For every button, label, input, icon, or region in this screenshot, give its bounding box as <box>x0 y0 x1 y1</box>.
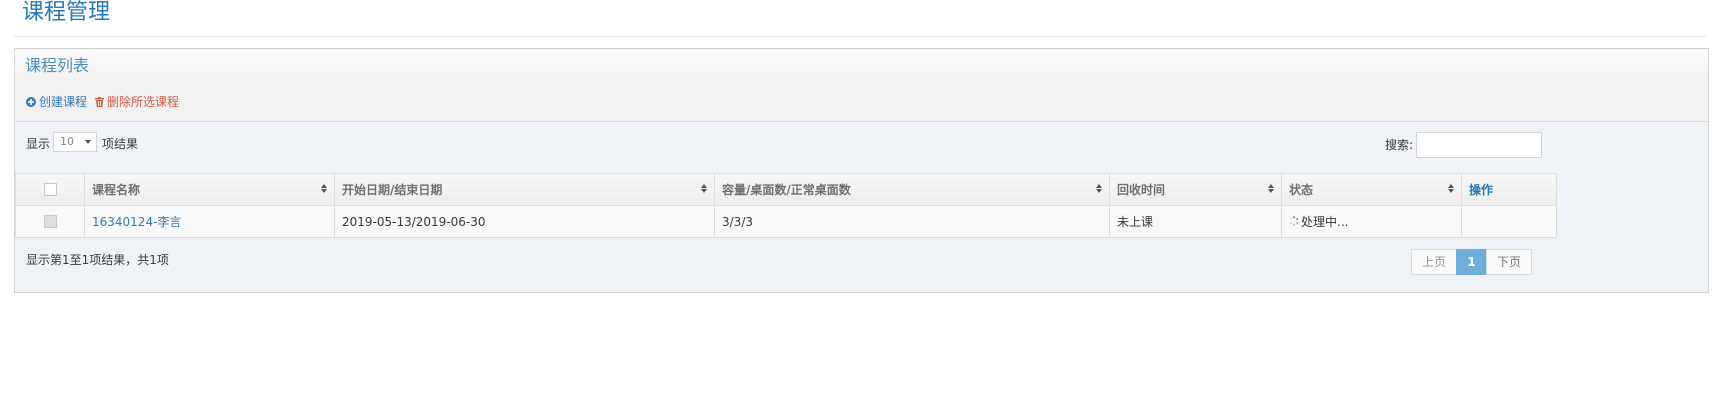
column-header-status[interactable]: 状态 <box>1281 173 1462 206</box>
sort-icon <box>1096 184 1102 193</box>
panel-title: 课程列表 <box>25 56 90 75</box>
select-all-checkbox[interactable] <box>43 183 57 196</box>
row-checkbox[interactable] <box>43 215 57 228</box>
next-page-button[interactable]: 下页 <box>1486 249 1532 275</box>
sort-icon <box>321 184 327 193</box>
page-title: 课程管理 <box>22 0 111 25</box>
trash-icon <box>95 97 104 107</box>
status-text: 处理中... <box>1301 215 1349 229</box>
create-course-button[interactable]: 创建课程 <box>26 95 87 109</box>
course-name-link[interactable]: 16340124-李言 <box>92 215 181 229</box>
spinner-icon <box>1289 215 1299 229</box>
search-label: 搜索: <box>1385 138 1414 152</box>
sort-icon <box>1268 184 1274 193</box>
column-header-dates[interactable]: 开始日期/结束日期 <box>334 173 715 206</box>
course-actions-cell <box>1461 205 1557 238</box>
table-row: 16340124-李言 2019-05-13/2019-06-30 3/3/3 … <box>15 205 1557 238</box>
course-status-cell: 处理中... <box>1281 205 1462 238</box>
length-label-before: 显示 <box>26 137 51 151</box>
column-header-label: 课程名称 <box>92 183 141 197</box>
title-divider <box>14 36 1706 37</box>
page-length-select[interactable]: 10 <box>53 132 97 152</box>
search-input[interactable] <box>1416 132 1542 158</box>
table-header-row: 课程名称 开始日期/结束日期 容量/桌面数/正常桌面数 回收时间 状态 操作 <box>15 173 1557 206</box>
column-header-label: 回收时间 <box>1117 183 1166 197</box>
course-name-cell: 16340124-李言 <box>84 205 335 238</box>
column-header-capacity[interactable]: 容量/桌面数/正常桌面数 <box>714 173 1110 206</box>
column-header-recycle-time[interactable]: 回收时间 <box>1109 173 1282 206</box>
column-header-actions: 操作 <box>1461 173 1557 206</box>
column-header-name[interactable]: 课程名称 <box>84 173 335 206</box>
page-length-value: 10 <box>60 135 74 148</box>
column-header-label: 开始日期/结束日期 <box>342 183 443 197</box>
course-dates-cell: 2019-05-13/2019-06-30 <box>334 205 715 238</box>
chevron-down-icon <box>85 140 91 144</box>
length-label-after: 项结果 <box>102 137 139 151</box>
course-list-panel: 课程列表 创建课程 删除所选课程 显示 10 项结果 搜索: 课程名称 开始日期… <box>14 48 1709 293</box>
prev-page-button[interactable]: 上页 <box>1411 249 1457 275</box>
course-table: 课程名称 开始日期/结束日期 容量/桌面数/正常桌面数 回收时间 状态 操作 1… <box>15 173 1557 238</box>
page-1-button[interactable]: 1 <box>1456 249 1487 275</box>
delete-selected-courses-button[interactable]: 删除所选课程 <box>95 95 179 109</box>
table-info: 显示第1至1项结果，共1项 <box>26 253 169 267</box>
course-capacity-cell: 3/3/3 <box>714 205 1110 238</box>
create-course-label: 创建课程 <box>39 95 88 109</box>
sort-icon <box>701 184 707 193</box>
plus-circle-icon <box>26 97 36 107</box>
course-recycle-cell: 未上课 <box>1109 205 1282 238</box>
pagination: 上页 1 下页 <box>1411 249 1532 275</box>
column-header-label: 容量/桌面数/正常桌面数 <box>722 183 851 197</box>
sort-icon <box>1448 184 1454 193</box>
column-header-label: 状态 <box>1289 183 1314 197</box>
toolbar: 创建课程 删除所选课程 <box>15 85 1708 122</box>
delete-selected-label: 删除所选课程 <box>107 95 180 109</box>
row-select-cell <box>15 205 85 238</box>
select-all-cell <box>15 173 85 206</box>
panel-header: 课程列表 <box>15 49 1708 86</box>
